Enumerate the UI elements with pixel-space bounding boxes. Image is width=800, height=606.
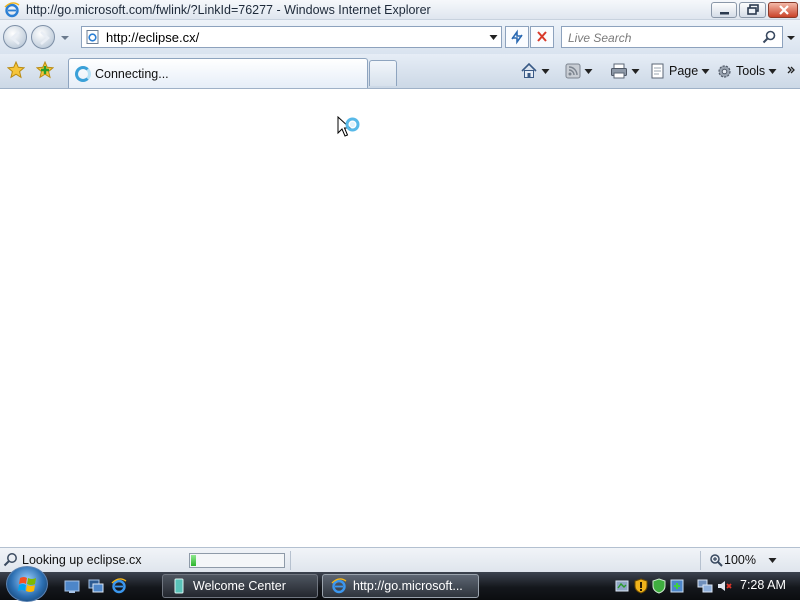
network-icon[interactable]: [697, 578, 713, 594]
print-icon: [611, 63, 627, 79]
minimize-button[interactable]: [711, 2, 737, 18]
title-bar[interactable]: http://go.microsoft.com/fwlink/?LinkId=7…: [0, 0, 800, 20]
tools-menu-button[interactable]: Tools: [716, 61, 777, 81]
taskbar: Welcome Center http://go.microsoft... 7:…: [0, 566, 800, 602]
search-options-dropdown-icon[interactable]: [786, 33, 796, 43]
ie-logo-icon: [4, 2, 20, 18]
home-button[interactable]: [520, 61, 550, 81]
new-tab-button[interactable]: [369, 60, 397, 86]
ie-quicklaunch-icon[interactable]: [111, 578, 127, 594]
taskbar-item-internet-explorer[interactable]: http://go.microsoft...: [322, 574, 479, 598]
switch-windows-icon[interactable]: [88, 578, 104, 594]
stop-button[interactable]: [530, 26, 554, 48]
feeds-icon: [565, 63, 581, 79]
close-icon: [779, 5, 789, 15]
home-dropdown-icon[interactable]: [541, 67, 550, 76]
taskbar-item-label: http://go.microsoft...: [353, 579, 463, 593]
volume-muted-icon[interactable]: [716, 578, 732, 594]
status-bar: Looking up eclipse.cx 100%: [0, 547, 800, 572]
tools-menu-label: Tools: [736, 64, 766, 78]
back-button[interactable]: [3, 25, 27, 49]
forward-arrow-icon: [40, 31, 50, 45]
start-button[interactable]: [6, 566, 48, 602]
tab-current[interactable]: Connecting...: [68, 58, 368, 88]
refresh-button[interactable]: [505, 26, 529, 48]
show-desktop-icon[interactable]: [64, 578, 80, 594]
ie-logo-icon: [331, 578, 347, 594]
page-dropdown-icon: [701, 68, 710, 74]
back-arrow-icon: [10, 31, 20, 45]
chevron-more-icon[interactable]: [786, 64, 796, 78]
stop-icon: [537, 31, 547, 42]
page-icon: [86, 30, 99, 44]
address-input[interactable]: http://eclipse.cx/: [106, 30, 199, 45]
tools-dropdown-icon: [768, 68, 777, 74]
taskbar-item-welcome-center[interactable]: Welcome Center: [162, 574, 318, 598]
close-button[interactable]: [768, 2, 798, 18]
window-title: http://go.microsoft.com/fwlink/?LinkId=7…: [26, 3, 431, 17]
welcome-center-icon: [174, 578, 184, 594]
progress-fill: [191, 555, 196, 566]
taskbar-item-label: Welcome Center: [193, 579, 286, 593]
command-bar: Connecting... Page Tools: [0, 54, 800, 89]
search-icon[interactable]: [762, 30, 776, 44]
zoom-dropdown-icon[interactable]: [768, 556, 777, 565]
security-shield-icon[interactable]: [633, 578, 649, 594]
page-icon: [651, 63, 664, 79]
status-divider: [700, 551, 701, 570]
clock[interactable]: 7:28 AM: [740, 578, 786, 592]
page-menu-button[interactable]: Page: [650, 61, 710, 81]
loading-spinner-icon: [75, 66, 91, 82]
favorites-star-icon[interactable]: [7, 61, 25, 79]
home-icon: [521, 62, 537, 78]
feeds-button[interactable]: [565, 61, 593, 81]
add-favorites-icon[interactable]: [36, 61, 54, 79]
feeds-dropdown-icon[interactable]: [584, 67, 593, 76]
globe-search-icon: [3, 553, 17, 567]
refresh-icon: [511, 29, 523, 45]
search-placeholder: Live Search: [568, 31, 632, 45]
defender-icon[interactable]: [651, 578, 667, 594]
progress-bar: [189, 553, 285, 568]
maximize-button[interactable]: [739, 2, 766, 18]
tray-app-icon[interactable]: [614, 578, 630, 594]
windows-logo-icon: [18, 577, 36, 592]
page-content[interactable]: [0, 89, 800, 547]
tab-label: Connecting...: [95, 67, 169, 81]
forward-button[interactable]: [31, 25, 55, 49]
status-divider: [290, 551, 291, 570]
zoom-icon[interactable]: [709, 553, 723, 567]
print-button[interactable]: [610, 61, 640, 81]
zoom-level[interactable]: 100%: [724, 553, 756, 567]
navigation-bar: http://eclipse.cx/ Live Search: [0, 20, 800, 54]
gear-icon: [718, 64, 731, 78]
print-dropdown-icon[interactable]: [631, 67, 640, 76]
search-box[interactable]: Live Search: [561, 26, 783, 48]
status-text: Looking up eclipse.cx: [22, 553, 142, 567]
address-bar[interactable]: http://eclipse.cx/: [81, 26, 502, 48]
minimize-icon: [720, 12, 729, 15]
restore-icon: [747, 4, 759, 15]
update-icon[interactable]: [669, 578, 685, 594]
busy-cursor-icon: [337, 116, 360, 137]
page-menu-label: Page: [669, 64, 699, 78]
address-dropdown-icon[interactable]: [489, 33, 498, 42]
recent-pages-dropdown-icon[interactable]: [60, 33, 70, 43]
